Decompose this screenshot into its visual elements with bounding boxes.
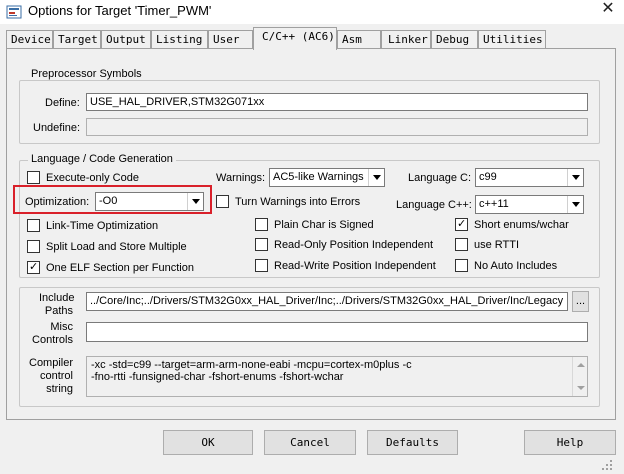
include-paths-browse-button[interactable]: ... bbox=[572, 291, 589, 312]
defaults-button[interactable]: Defaults bbox=[367, 430, 458, 455]
split-load-box[interactable] bbox=[27, 240, 40, 253]
warnings-select[interactable]: AC5-like Warnings bbox=[269, 168, 385, 187]
compiler-control-label-3: string bbox=[46, 383, 73, 395]
turn-warnings-checkbox[interactable]: Turn Warnings into Errors bbox=[216, 195, 360, 208]
chevron-down-icon[interactable] bbox=[567, 196, 583, 213]
optimization-value: -O0 bbox=[99, 195, 118, 207]
misc-controls-input[interactable] bbox=[86, 322, 588, 342]
short-enums-label: Short enums/wchar bbox=[474, 218, 569, 231]
link-time-label: Link-Time Optimization bbox=[46, 219, 159, 232]
no-auto-includes-checkbox[interactable]: No Auto Includes bbox=[455, 259, 557, 272]
scroll-down-icon[interactable] bbox=[577, 386, 585, 390]
one-elf-box[interactable] bbox=[27, 260, 40, 274]
optimization-label: Optimization: bbox=[25, 196, 90, 208]
chevron-down-icon[interactable] bbox=[368, 169, 384, 186]
undefine-input[interactable] bbox=[86, 118, 588, 136]
compiler-control-string: -xc -std=c99 --target=arm-arm-none-eabi … bbox=[86, 356, 588, 397]
plain-char-box[interactable] bbox=[255, 218, 268, 231]
ro-position-label: Read-Only Position Independent bbox=[274, 238, 433, 251]
preprocessor-group-title: Preprocessor Symbols bbox=[28, 68, 145, 80]
optimization-select[interactable]: -O0 bbox=[95, 192, 204, 211]
rw-position-box[interactable] bbox=[255, 259, 268, 272]
link-time-box[interactable] bbox=[27, 219, 40, 232]
keil-target-icon bbox=[6, 5, 22, 19]
include-paths-input[interactable]: ../Core/Inc;../Drivers/STM32G0xx_HAL_Dri… bbox=[86, 292, 568, 311]
use-rtti-label: use RTTI bbox=[474, 238, 520, 251]
language-c-value: c99 bbox=[479, 171, 497, 183]
use-rtti-checkbox[interactable]: use RTTI bbox=[455, 238, 519, 251]
turn-warnings-box[interactable] bbox=[216, 195, 229, 208]
one-elf-label: One ELF Section per Function bbox=[46, 261, 194, 274]
short-enums-checkbox[interactable]: Short enums/wchar bbox=[455, 217, 569, 231]
execute-only-checkbox[interactable]: Execute-only Code bbox=[27, 171, 139, 184]
include-paths-label-1: Include bbox=[39, 292, 75, 304]
help-button[interactable]: Help bbox=[524, 430, 616, 455]
execute-only-label: Execute-only Code bbox=[46, 171, 139, 184]
language-cpp-label: Language C++: bbox=[396, 199, 472, 211]
short-enums-box[interactable] bbox=[455, 217, 468, 231]
warnings-value: AC5-like Warnings bbox=[273, 171, 364, 183]
split-load-checkbox[interactable]: Split Load and Store Multiple bbox=[27, 240, 187, 253]
tab-asm[interactable]: Asm bbox=[337, 30, 381, 49]
no-auto-includes-box[interactable] bbox=[455, 259, 468, 272]
no-auto-includes-label: No Auto Includes bbox=[474, 259, 558, 272]
misc-controls-label-1: Misc bbox=[50, 321, 73, 333]
warnings-label: Warnings: bbox=[216, 172, 266, 184]
rw-position-label: Read-Write Position Independent bbox=[274, 259, 436, 272]
resize-grip-icon[interactable] bbox=[600, 458, 614, 472]
tab-linker[interactable]: Linker bbox=[381, 30, 431, 49]
compiler-control-label-1: Compiler bbox=[29, 357, 74, 369]
tab-device[interactable]: Device bbox=[6, 30, 53, 49]
ok-button[interactable]: OK bbox=[163, 430, 253, 455]
language-c-label: Language C: bbox=[408, 172, 471, 184]
cancel-button[interactable]: Cancel bbox=[264, 430, 356, 455]
link-time-checkbox[interactable]: Link-Time Optimization bbox=[27, 219, 158, 232]
plain-char-checkbox[interactable]: Plain Char is Signed bbox=[255, 218, 374, 231]
language-c-select[interactable]: c99 bbox=[475, 168, 584, 187]
rw-position-checkbox[interactable]: Read-Write Position Independent bbox=[255, 259, 436, 272]
tab-user[interactable]: User bbox=[208, 30, 253, 49]
execute-only-box[interactable] bbox=[27, 171, 40, 184]
plain-char-label: Plain Char is Signed bbox=[274, 218, 374, 231]
include-paths-label-2: Paths bbox=[44, 305, 73, 317]
misc-controls-label-2: Controls bbox=[32, 334, 73, 346]
window-title: Options for Target 'Timer_PWM' bbox=[28, 3, 212, 18]
tab-cpp-ac6[interactable]: C/C++ (AC6) bbox=[253, 27, 337, 50]
chevron-down-icon[interactable] bbox=[567, 169, 583, 186]
one-elf-checkbox[interactable]: One ELF Section per Function bbox=[27, 260, 194, 274]
tab-debug[interactable]: Debug bbox=[431, 30, 478, 49]
define-label: Define: bbox=[45, 97, 80, 109]
ro-position-checkbox[interactable]: Read-Only Position Independent bbox=[255, 238, 433, 251]
compiler-control-label-2: control bbox=[39, 370, 73, 382]
close-icon[interactable]: ✕ bbox=[596, 0, 620, 20]
tab-listing[interactable]: Listing bbox=[151, 30, 208, 49]
tab-utilities[interactable]: Utilities bbox=[478, 30, 546, 49]
turn-warnings-label: Turn Warnings into Errors bbox=[235, 195, 361, 208]
chevron-down-icon[interactable] bbox=[187, 193, 203, 210]
undefine-label: Undefine: bbox=[33, 122, 81, 134]
compiler-string-scrollbar[interactable] bbox=[572, 357, 587, 396]
split-load-label: Split Load and Store Multiple bbox=[46, 240, 187, 253]
tab-output[interactable]: Output bbox=[101, 30, 151, 49]
language-cpp-value: c++11 bbox=[479, 198, 509, 210]
language-group-title: Language / Code Generation bbox=[28, 153, 176, 165]
ro-position-box[interactable] bbox=[255, 238, 268, 251]
use-rtti-box[interactable] bbox=[455, 238, 468, 251]
scroll-up-icon[interactable] bbox=[577, 363, 585, 367]
tab-target[interactable]: Target bbox=[53, 30, 101, 49]
language-cpp-select[interactable]: c++11 bbox=[475, 195, 584, 214]
define-input[interactable]: USE_HAL_DRIVER,STM32G071xx bbox=[86, 93, 588, 111]
